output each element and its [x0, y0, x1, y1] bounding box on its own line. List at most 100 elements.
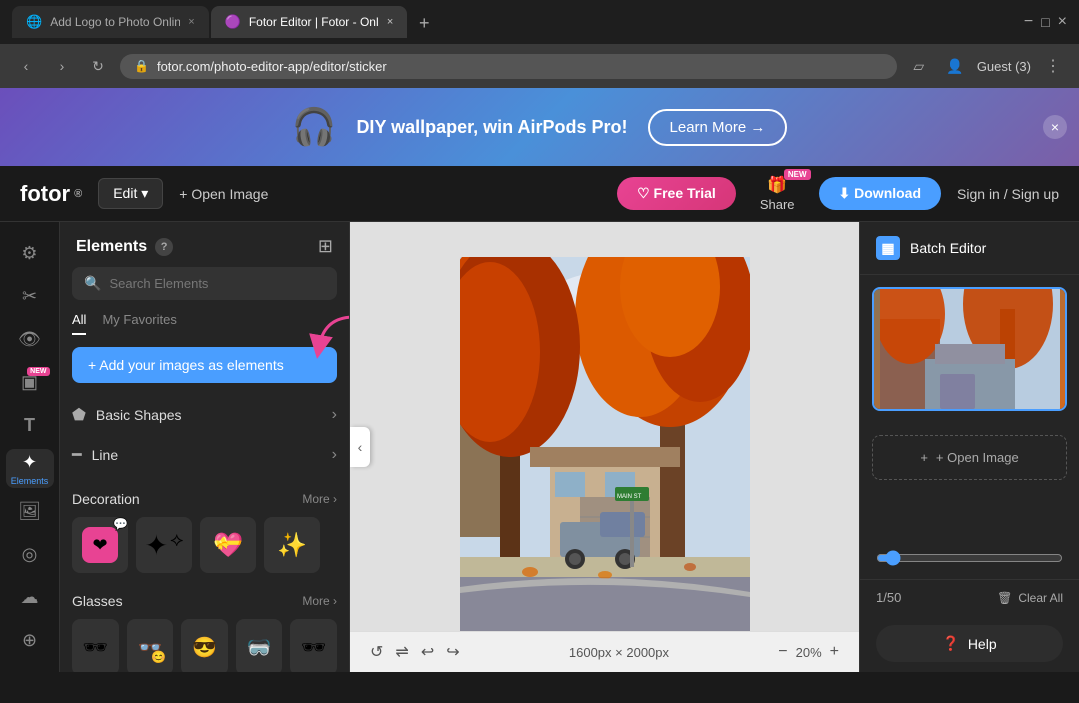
- help-button[interactable]: ❓ Help: [876, 625, 1063, 662]
- menu-button[interactable]: ⋮: [1039, 52, 1067, 80]
- decoration-item-1[interactable]: ❤ 💬: [72, 517, 128, 573]
- airpods-icon: 🎧: [292, 106, 337, 148]
- collapse-panel-button[interactable]: ‹: [350, 427, 370, 467]
- batch-editor-title: Batch Editor: [910, 240, 986, 256]
- sidebar-item-crop[interactable]: ✂: [6, 277, 54, 316]
- search-bar[interactable]: 🔍: [72, 267, 337, 300]
- signin-button[interactable]: Sign in / Sign up: [957, 186, 1059, 202]
- decoration-item-4[interactable]: ✨: [264, 517, 320, 573]
- sidebar-item-text[interactable]: T: [6, 406, 54, 445]
- sidebar-item-cloud[interactable]: ☁: [6, 578, 54, 617]
- crop-icon: ✂: [22, 286, 37, 307]
- app-header: fotor® Edit ▾ + Open Image ♡ Free Trial …: [0, 166, 1079, 222]
- maximize-button[interactable]: □: [1041, 14, 1049, 30]
- download-button[interactable]: ⬇ Download: [819, 177, 942, 210]
- grid-view-button[interactable]: ⊞: [318, 236, 333, 257]
- basic-shapes-chevron: ›: [332, 406, 337, 424]
- zoom-in-button[interactable]: +: [830, 643, 839, 661]
- right-panel: ▦ Batch Editor + + Open Image: [859, 222, 1079, 672]
- clear-all-button[interactable]: 🗑 Clear All: [997, 591, 1063, 605]
- forward-button[interactable]: ›: [48, 52, 76, 80]
- sidebar-item-elements[interactable]: ✦ Elements: [6, 449, 54, 488]
- back-button[interactable]: ‹: [12, 52, 40, 80]
- glasses-items: 🕶 👓😊 😎 🥽 🕶: [72, 619, 337, 672]
- canvas-bottom-bar: ↺ ⇌ ↩ ↪ 1600px × 2000px − 20% +: [350, 631, 859, 672]
- search-input[interactable]: [109, 276, 325, 291]
- tab2-title: Fotor Editor | Fotor - Online...: [249, 15, 379, 29]
- search-icon: 🔍: [84, 275, 101, 292]
- add-elements-wrapper: + Add your images as elements: [60, 347, 349, 395]
- sidebar-item-elements-label: Elements: [11, 476, 49, 486]
- address-bar[interactable]: 🔒 fotor.com/photo-editor-app/editor/stic…: [120, 54, 897, 79]
- glasses-item-1[interactable]: 🕶: [72, 619, 119, 672]
- trash-icon: 🗑: [997, 591, 1012, 605]
- tab1-favicon: 🌐: [26, 14, 42, 30]
- free-trial-button[interactable]: ♡ Free Trial: [617, 177, 736, 210]
- more-icon: ⊕: [22, 630, 37, 651]
- close-button[interactable]: ×: [1058, 13, 1067, 31]
- filter-icon: ◎: [22, 544, 38, 565]
- sidebar-item-eye[interactable]: 👁: [6, 320, 54, 359]
- rotate-button[interactable]: ↺: [370, 642, 383, 662]
- glasses-item-4[interactable]: 🥽: [236, 619, 283, 672]
- new-tab-button[interactable]: +: [409, 8, 439, 38]
- browser-tab-2[interactable]: 🟣 Fotor Editor | Fotor - Online... ×: [211, 6, 408, 38]
- cloud-icon: ☁: [21, 587, 39, 608]
- decoration-items: ❤ 💬 ✦⟡ 💝 ✨: [72, 517, 337, 573]
- basic-shapes-label: Basic Shapes: [96, 407, 182, 423]
- opacity-slider[interactable]: [876, 550, 1063, 566]
- decoration-item-2[interactable]: ✦⟡: [136, 517, 192, 573]
- tab2-close-icon[interactable]: ×: [387, 16, 393, 28]
- edit-button[interactable]: Edit ▾: [98, 178, 163, 209]
- tab-favorites[interactable]: My Favorites: [102, 312, 176, 335]
- basic-shapes-row[interactable]: ⬟ Basic Shapes ›: [60, 395, 349, 435]
- zoom-out-button[interactable]: −: [778, 643, 787, 661]
- tab2-favicon: 🟣: [225, 14, 241, 30]
- batch-editor-icon: ▦: [876, 236, 900, 260]
- cast-button[interactable]: ▱: [905, 52, 933, 80]
- elements-icon: ✦: [22, 452, 37, 473]
- account-button[interactable]: 👤: [941, 52, 969, 80]
- canvas-image: MAIN ST: [460, 257, 750, 637]
- url-text: fotor.com/photo-editor-app/editor/sticke…: [157, 59, 387, 74]
- decoration-section: Decoration More › ❤ 💬 ✦⟡ 💝: [60, 483, 349, 581]
- batch-thumbnail[interactable]: [872, 287, 1067, 411]
- canvas-area: ‹: [350, 222, 859, 672]
- learn-more-button[interactable]: Learn More →: [648, 109, 788, 146]
- browser-tab-1[interactable]: 🌐 Add Logo to Photo Online for... ×: [12, 6, 209, 38]
- sidebar-item-settings[interactable]: ⚙: [6, 234, 54, 273]
- glasses-item-2[interactable]: 👓😊: [127, 619, 174, 672]
- glasses-item-5[interactable]: 🕶: [290, 619, 337, 672]
- zoom-level: 20%: [796, 645, 822, 660]
- refresh-button[interactable]: ↻: [84, 52, 112, 80]
- new-badge: NEW: [27, 367, 49, 376]
- add-elements-button[interactable]: + Add your images as elements: [72, 347, 337, 383]
- open-image-right-button[interactable]: + + Open Image: [872, 435, 1067, 480]
- decoration-title: Decoration: [72, 491, 140, 507]
- glasses-item-3[interactable]: 😎: [181, 619, 228, 672]
- sidebar-item-photo[interactable]: 🖼: [6, 492, 54, 531]
- sidebar-item-layers[interactable]: NEW ▣: [6, 363, 54, 402]
- sidebar-item-more[interactable]: ⊕: [6, 621, 54, 660]
- panel-title: Elements ?: [76, 238, 173, 256]
- banner-close-button[interactable]: ×: [1043, 115, 1067, 139]
- share-button[interactable]: NEW 🎁 Share: [744, 167, 811, 220]
- glasses-title: Glasses: [72, 593, 123, 609]
- undo-button[interactable]: ↩: [421, 642, 434, 662]
- sidebar-item-filter[interactable]: ◎: [6, 535, 54, 574]
- promo-banner: 🎧 DIY wallpaper, win AirPods Pro! Learn …: [0, 88, 1079, 166]
- glasses-more-button[interactable]: More ›: [302, 594, 337, 608]
- line-label: Line: [92, 447, 118, 463]
- tab-all[interactable]: All: [72, 312, 86, 335]
- line-row[interactable]: ━ Line ›: [60, 435, 349, 475]
- decoration-item-3[interactable]: 💝: [200, 517, 256, 573]
- help-icon[interactable]: ?: [155, 238, 173, 256]
- flip-button[interactable]: ⇌: [395, 642, 408, 662]
- minimize-button[interactable]: −: [1024, 13, 1033, 31]
- open-image-button[interactable]: + Open Image: [179, 186, 268, 202]
- decoration-more-button[interactable]: More ›: [302, 492, 337, 506]
- redo-button[interactable]: ↪: [446, 642, 459, 662]
- tab1-close-icon[interactable]: ×: [188, 16, 194, 28]
- app-logo: fotor®: [20, 181, 82, 207]
- settings-icon: ⚙: [21, 243, 37, 264]
